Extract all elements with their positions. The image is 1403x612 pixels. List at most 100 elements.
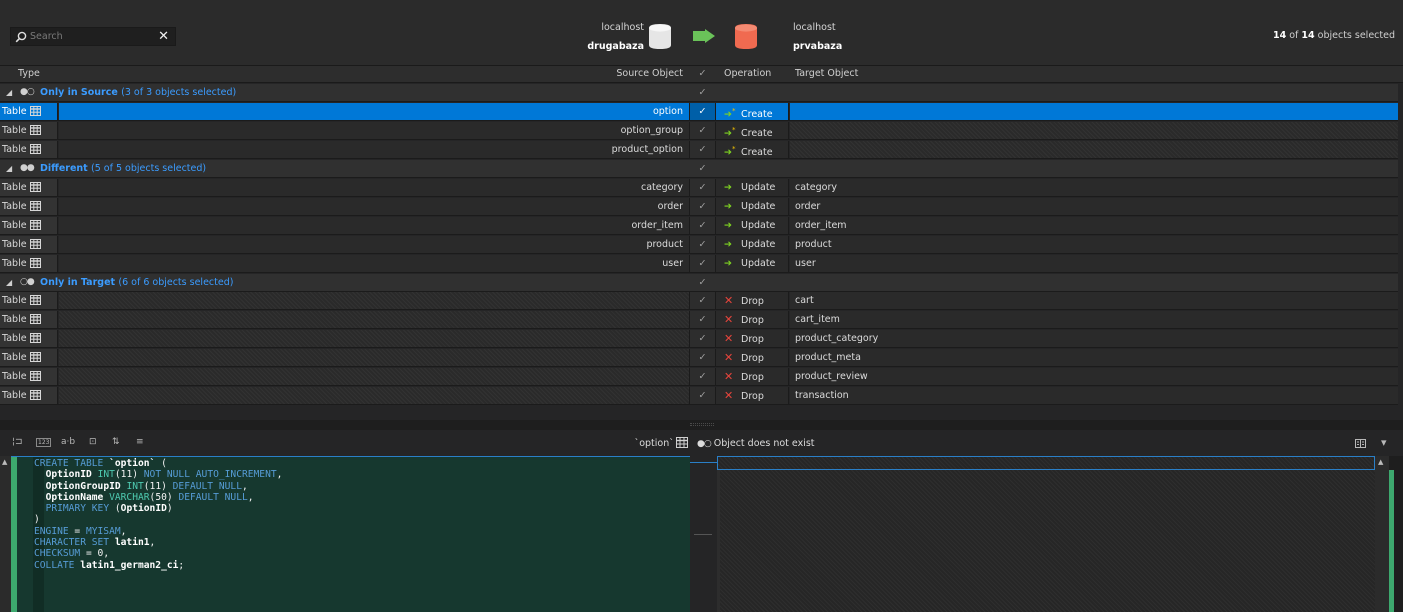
- search-box[interactable]: Search ✕: [10, 27, 176, 46]
- table-icon: [29, 238, 41, 249]
- left-scrollbar[interactable]: ▲: [0, 456, 11, 612]
- operation-label: Drop: [741, 315, 764, 327]
- table-row[interactable]: Table ✓ ✕ Drop cart: [0, 292, 1398, 311]
- column-header-target-object[interactable]: Target Object: [795, 68, 858, 79]
- table-row[interactable]: Table option ✓ ➔* Create: [0, 102, 1398, 121]
- table-row[interactable]: Table ✓ ✕ Drop cart_item: [0, 311, 1398, 330]
- comparison-grid: Type Source Object ✓ Operation Target Ob…: [0, 66, 1403, 420]
- source-database-icon[interactable]: [648, 23, 672, 50]
- operation-cell: ➔ Update: [716, 216, 789, 234]
- table-row[interactable]: Table order_item ✓ ➔ Update order_item: [0, 216, 1398, 235]
- table-row[interactable]: Table user ✓ ➔ Update user: [0, 254, 1398, 273]
- table-row[interactable]: Table ✓ ✕ Drop product_meta: [0, 349, 1398, 368]
- collapse-triangle-icon[interactable]: ◢: [6, 84, 12, 101]
- compare-text-button[interactable]: a·b: [61, 437, 75, 447]
- table-row[interactable]: Table option_group ✓ ➔* Create: [0, 121, 1398, 140]
- target-connection[interactable]: localhost prvabaza: [793, 18, 853, 56]
- layout-toggle-icon[interactable]: [1355, 439, 1366, 448]
- ignore-whitespace-button[interactable]: ⊡: [89, 437, 97, 447]
- row-checkbox[interactable]: ✓: [689, 140, 716, 158]
- column-header-source-object[interactable]: Source Object: [500, 68, 683, 79]
- row-checkbox[interactable]: ✓: [689, 102, 716, 120]
- target-database-icon[interactable]: [734, 23, 758, 50]
- right-scrollbar[interactable]: ▲: [1375, 456, 1389, 612]
- column-header-type[interactable]: Type: [18, 68, 40, 79]
- group-checkbox[interactable]: ✓: [689, 274, 716, 291]
- type-cell: Table: [0, 368, 58, 386]
- collapse-triangle-icon[interactable]: ◢: [6, 274, 12, 291]
- row-checkbox[interactable]: ✓: [689, 292, 716, 310]
- source-object-cell: product_option: [59, 140, 689, 158]
- type-cell: Table: [0, 330, 58, 348]
- row-checkbox[interactable]: ✓: [689, 330, 716, 348]
- drop-x-icon: ✕: [724, 389, 734, 403]
- source-script-code[interactable]: CREATE TABLE `option` ( OptionID INT(11)…: [34, 458, 282, 571]
- row-checkbox[interactable]: ✓: [689, 311, 716, 329]
- table-row[interactable]: Table ✓ ✕ Drop product_category: [0, 330, 1398, 349]
- table-row[interactable]: Table product ✓ ➔ Update product: [0, 235, 1398, 254]
- table-icon: [29, 124, 41, 135]
- navigate-differences-button[interactable]: ⇅: [112, 437, 120, 447]
- row-checkbox[interactable]: ✓: [689, 254, 716, 272]
- row-checkbox[interactable]: ✓: [689, 387, 716, 405]
- selected-count: 14: [1272, 30, 1287, 41]
- drop-x-icon: ✕: [724, 332, 734, 346]
- line-numbers-button[interactable]: 123: [36, 438, 52, 447]
- search-placeholder[interactable]: Search: [30, 31, 63, 42]
- grid-header: Type Source Object ✓ Operation Target Ob…: [0, 66, 1403, 83]
- source-object-cell: [59, 387, 689, 405]
- type-cell: Table: [0, 197, 58, 215]
- type-cell: Table: [0, 311, 58, 329]
- splitter-grip[interactable]: [690, 423, 714, 426]
- row-checkbox[interactable]: ✓: [689, 349, 716, 367]
- target-object-cell: [790, 102, 1398, 120]
- target-object-cell: transaction: [790, 387, 1398, 405]
- column-header-operation[interactable]: Operation: [724, 68, 771, 79]
- word-wrap-button[interactable]: ≡: [136, 437, 144, 447]
- row-checkbox[interactable]: ✓: [689, 368, 716, 386]
- table-icon: [29, 143, 41, 154]
- row-checkbox[interactable]: ✓: [689, 121, 716, 139]
- table-icon: [29, 390, 41, 401]
- row-checkbox[interactable]: ✓: [689, 178, 716, 196]
- table-row[interactable]: Table ✓ ✕ Drop transaction: [0, 387, 1398, 406]
- column-header-check[interactable]: ✓: [689, 68, 716, 79]
- operation-cell: ➔* Create: [716, 121, 789, 139]
- group-checkbox[interactable]: ✓: [689, 84, 716, 101]
- group-count: (5 of 5 objects selected): [91, 162, 207, 174]
- group-name: Only in Target: [40, 276, 116, 288]
- scroll-up-icon[interactable]: ▲: [1378, 458, 1383, 466]
- group-header[interactable]: ◢ ●○ Only in Source (3 of 3 objects select…: [0, 84, 1398, 102]
- table-row[interactable]: Table order ✓ ➔ Update order: [0, 197, 1398, 216]
- selection-count: 14 of 14 objects selected: [1273, 30, 1395, 41]
- drop-x-icon: ✕: [724, 294, 734, 308]
- group-checkbox[interactable]: ✓: [689, 160, 716, 177]
- type-label: Table: [2, 257, 27, 269]
- row-checkbox[interactable]: ✓: [689, 216, 716, 234]
- group-header[interactable]: ◢ ●● Different (5 of 5 objects selected) ✓: [0, 159, 1398, 178]
- table-row[interactable]: Table ✓ ✕ Drop product_review: [0, 368, 1398, 387]
- panel-menu-chevron-icon[interactable]: ▾: [1381, 436, 1387, 449]
- type-label: Table: [2, 124, 27, 136]
- target-script-editor[interactable]: [717, 456, 1375, 612]
- collapse-triangle-icon[interactable]: ◢: [6, 160, 12, 177]
- operation-label: Drop: [741, 353, 764, 365]
- compare-direction-arrow-icon[interactable]: [693, 29, 715, 43]
- group-name: Different: [40, 162, 88, 174]
- panel-splitter[interactable]: [0, 420, 1403, 430]
- operation-label: Create: [741, 109, 773, 120]
- sync-scroll-button[interactable]: ¦⊐: [12, 437, 23, 447]
- row-checkbox[interactable]: ✓: [689, 197, 716, 215]
- operation-cell: ➔* Create: [716, 140, 789, 158]
- group-header[interactable]: ◢ ○● Only in Target (6 of 6 objects select…: [0, 273, 1398, 292]
- clear-search-icon[interactable]: ✕: [158, 29, 169, 44]
- group-count: (6 of 6 objects selected): [118, 276, 234, 288]
- source-connection[interactable]: localhost drugabaza: [560, 18, 644, 56]
- scroll-up-icon[interactable]: ▲: [2, 458, 7, 466]
- table-row[interactable]: Table product_option ✓ ➔* Create: [0, 140, 1398, 159]
- source-script-editor[interactable]: CREATE TABLE `option` ( OptionID INT(11)…: [11, 456, 690, 612]
- target-object-cell: user: [790, 254, 1398, 272]
- target-host: localhost: [793, 22, 836, 33]
- row-checkbox[interactable]: ✓: [689, 235, 716, 253]
- table-row[interactable]: Table category ✓ ➔ Update category: [0, 178, 1398, 197]
